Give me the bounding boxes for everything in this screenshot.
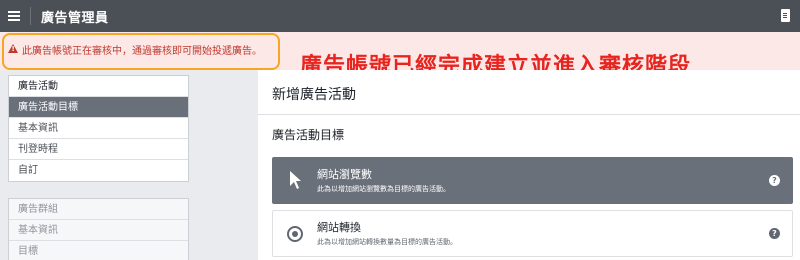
hamburger-menu-icon[interactable] — [0, 0, 28, 32]
alert-message: 此廣告帳號正在審核中，通過審核即可開始投遞廣告。 — [22, 46, 262, 57]
option-description: 此為以增加網站瀏覽數為目標的廣告活動。 — [317, 185, 450, 193]
objective-option-website-conversions[interactable]: 網站轉換 此為以增加網站轉換數量為目標的廣告活動。 ? — [272, 210, 793, 257]
sidebar-item-targeting[interactable]: 目標 — [9, 241, 188, 260]
sidebar-item-schedule[interactable]: 刊登時程 — [9, 139, 188, 160]
sidebar-adset-header[interactable]: 廣告群組 — [9, 199, 188, 220]
section-title: 廣告活動目標 — [272, 128, 345, 142]
option-title: 網站轉換 — [317, 221, 361, 234]
cursor-icon — [290, 171, 301, 189]
document-icon[interactable] — [781, 9, 790, 22]
warning-icon — [8, 44, 18, 53]
sidebar-item-basic-info[interactable]: 基本資訊 — [9, 118, 188, 139]
objective-option-website-views[interactable]: 網站瀏覽數 此為以增加網站瀏覽數為目標的廣告活動。 ? — [272, 157, 793, 204]
top-bar: 廣告管理員 — [0, 0, 800, 32]
page-title: 新增廣告活動 — [272, 87, 356, 103]
help-icon[interactable]: ? — [769, 228, 780, 239]
sidebar-campaign-group: 廣告活動 廣告活動目標 基本資訊 刊登時程 自訂 — [8, 75, 189, 182]
option-title: 網站瀏覽數 — [317, 168, 372, 181]
main-panel: 新增廣告活動 廣告活動目標 網站瀏覽數 此為以增加網站瀏覽數為目標的廣告活動。 … — [258, 70, 800, 260]
sidebar-item-adset-basic-info[interactable]: 基本資訊 — [9, 220, 188, 241]
target-icon — [287, 226, 303, 242]
title-divider — [258, 114, 800, 115]
sidebar-item-campaign-objective[interactable]: 廣告活動目標 — [9, 97, 188, 118]
app-title: 廣告管理員 — [41, 10, 109, 26]
sidebar-campaign-header[interactable]: 廣告活動 — [9, 76, 188, 97]
option-description: 此為以增加網站轉換數量為目標的廣告活動。 — [317, 238, 457, 246]
topbar-divider — [30, 7, 31, 25]
sidebar-item-custom[interactable]: 自訂 — [9, 160, 188, 181]
help-icon[interactable]: ? — [769, 175, 780, 186]
sidebar-adset-group: 廣告群組 基本資訊 目標 — [8, 198, 189, 260]
